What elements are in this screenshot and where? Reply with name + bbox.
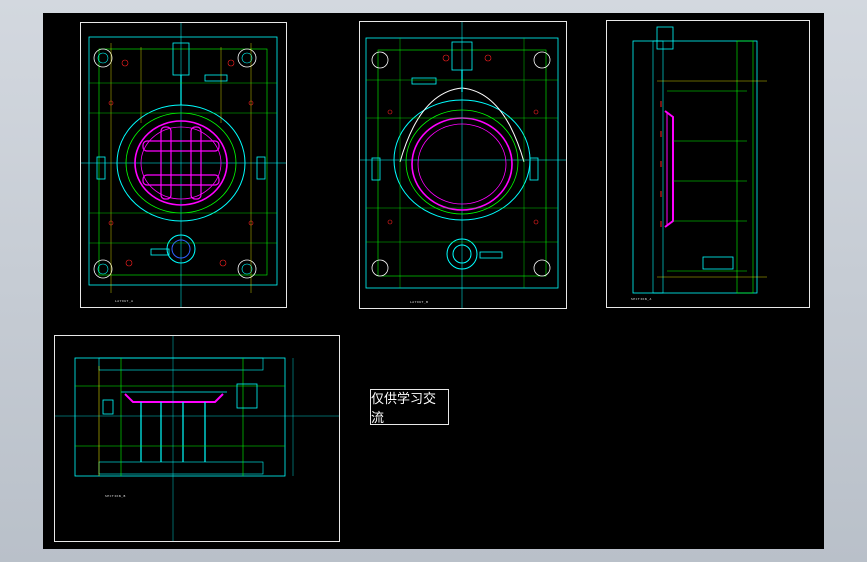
sheet-title-label: SECTION_A bbox=[631, 297, 652, 301]
drawing-sheet-top-view-2[interactable]: LAYOUT_B bbox=[359, 21, 567, 309]
side-section-graphic bbox=[632, 26, 767, 294]
top-view-2-graphic bbox=[360, 22, 566, 308]
study-use-only-note: 仅供学习交流 bbox=[370, 389, 449, 426]
drawing-sheet-front-section[interactable]: SECTION_B bbox=[54, 335, 340, 542]
sheet-title-label: LAYOUT_B bbox=[410, 300, 429, 304]
drawing-canvas[interactable]: LAYOUT_A LAYOUT_B SECTION_A SECTION_B 仅供… bbox=[43, 13, 824, 549]
drawing-sheet-top-view-1[interactable]: LAYOUT_A bbox=[80, 22, 287, 308]
sheet-title-label: LAYOUT_A bbox=[115, 299, 134, 303]
sheet-title-label: SECTION_B bbox=[105, 494, 126, 498]
top-view-1-graphic bbox=[81, 23, 286, 307]
front-section-graphic bbox=[55, 336, 339, 541]
drawing-sheet-side-section[interactable]: SECTION_A bbox=[606, 20, 810, 308]
